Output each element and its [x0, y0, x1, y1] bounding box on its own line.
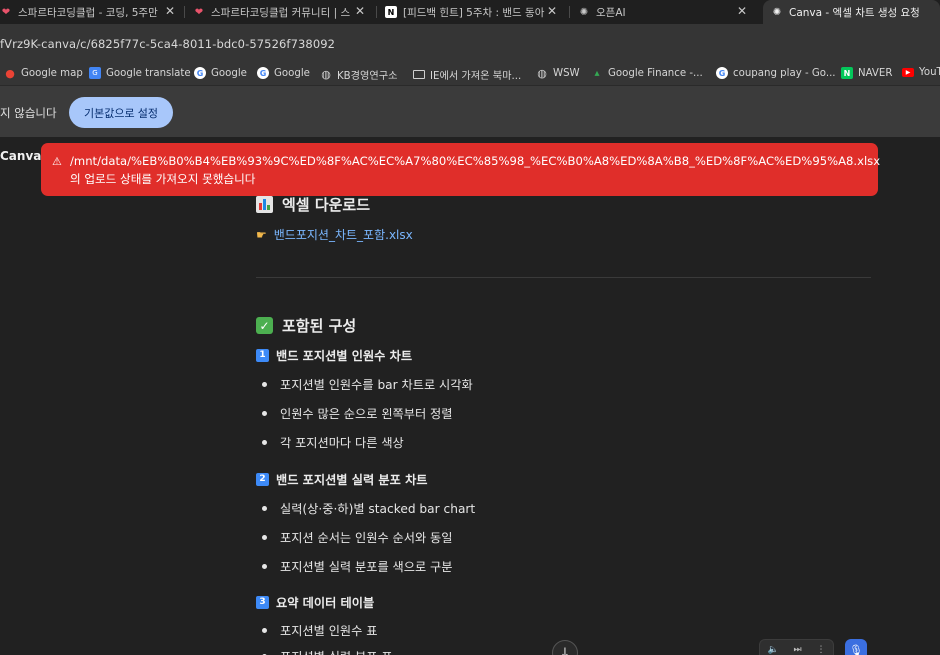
list-item: 각 포지션마다 다른 색상: [262, 433, 404, 451]
bullet-dot: [262, 627, 267, 633]
section-1-heading: 1 밴드 포지션별 인원수 차트: [256, 346, 412, 364]
bookmarks-bar: ● Google map G Google translate G Google…: [0, 62, 940, 86]
tab-canva-active[interactable]: ✺ Canva - 엑셀 차트 생성 요청: [763, 0, 940, 24]
list-item: 포지션별 실력 분포 표: [262, 647, 393, 655]
number-1-icon: 1: [256, 348, 269, 362]
google-icon: G: [716, 67, 728, 79]
toast-file-path: /mnt/data/%EB%B0%B4%EB%93%9C%ED%8F%AC%EC…: [70, 154, 881, 168]
address-bar[interactable]: fVrz9K-canva/c/6825f77c-5ca4-8011-bdc0-5…: [0, 24, 940, 62]
tab-sparta-coding[interactable]: ❤ 스파르타코딩클럽 - 코딩, 5주만 ✕: [0, 0, 183, 24]
youtube-icon: ▶: [902, 68, 914, 77]
folder-icon: [413, 70, 425, 79]
microphone-icon: 🎙: [849, 643, 863, 655]
list-item: 포지션별 인원수를 bar 차트로 시각화: [262, 375, 473, 393]
speaker-icon[interactable]: 🔈: [767, 645, 778, 655]
list-item: 포지션별 인원수 표: [262, 621, 377, 639]
section-divider: [256, 277, 871, 278]
notion-icon: N: [385, 6, 397, 18]
excel-download-link[interactable]: 밴드포지션_차트_포함.xlsx: [274, 226, 413, 243]
tab-bar: ❤ 스파르타코딩클럽 - 코딩, 5주만 ✕ ❤ 스파르타코딩클럽 커뮤니티 |…: [0, 0, 940, 24]
globe-icon: ◍: [321, 68, 331, 81]
tab-openai[interactable]: ✺ 오픈AI ✕: [578, 0, 755, 24]
bookmark-google-2[interactable]: G Google: [257, 67, 310, 79]
translate-icon: G: [89, 67, 101, 79]
naver-icon: N: [841, 67, 853, 79]
bookmark-kb[interactable]: ◍ KB경영연구소: [320, 67, 397, 82]
section-2-heading: 2 밴드 포지션별 실력 분포 차트: [256, 470, 428, 488]
bullet-dot: [262, 381, 267, 387]
microphone-button[interactable]: 🎙: [845, 639, 867, 655]
openai-icon: ✺: [579, 6, 589, 18]
bullet-dot: [262, 563, 267, 569]
finance-icon: ▴: [594, 67, 600, 79]
bar-chart-icon: [256, 196, 273, 213]
globe-icon: ◍: [537, 66, 547, 80]
bookmark-naver[interactable]: N NAVER: [841, 67, 892, 79]
close-icon[interactable]: ✕: [353, 4, 367, 18]
tab-sparta-community[interactable]: ❤ 스파르타코딩클럽 커뮤니티 | 스 ✕: [193, 0, 373, 24]
list-item: 인원수 많은 순으로 왼쪽부터 정렬: [262, 404, 452, 422]
close-icon[interactable]: ✕: [545, 4, 559, 18]
skip-icon[interactable]: ⏭: [794, 645, 802, 655]
arrow-down-icon: ↓: [559, 645, 571, 655]
bookmark-wsw[interactable]: ◍ WSW: [536, 66, 579, 80]
bookmark-google-1[interactable]: G Google: [194, 67, 247, 79]
section-3-heading: 3 요약 데이터 테이블: [256, 593, 374, 611]
tab-separator: [376, 6, 377, 18]
bookmark-coupang-play[interactable]: G coupang play - Go...: [716, 67, 836, 79]
list-item: 포지션 순서는 인원수 순서와 동일: [262, 528, 452, 546]
close-icon[interactable]: ✕: [735, 4, 749, 18]
upload-error-toast: ⚠ /mnt/data/%EB%B0%B4%EB%93%9C%ED%8F%AC%…: [41, 143, 881, 196]
chat-page: [0, 137, 940, 655]
bullet-dot: [262, 410, 267, 416]
bookmark-ie-folder[interactable]: IE에서 가져온 북마...: [413, 67, 521, 82]
openai-icon: ✺: [772, 6, 782, 18]
google-icon: G: [257, 67, 269, 79]
address-url[interactable]: fVrz9K-canva/c/6825f77c-5ca4-8011-bdc0-5…: [0, 37, 335, 51]
canva-label: Canva: [0, 149, 42, 163]
tab-separator: [569, 6, 570, 18]
components-heading: ✓ 포함된 구성: [256, 315, 356, 336]
list-item: 실력(상·중·하)별 stacked bar chart: [262, 499, 475, 517]
heart-icon: ❤: [194, 6, 204, 18]
bookmark-google-map[interactable]: ● Google map: [4, 66, 83, 80]
tab-feedback-hint[interactable]: N [피드백 힌트] 5주차 : 밴드 동아 ✕: [385, 0, 565, 24]
infobar-text: 지 않습니다: [0, 106, 57, 120]
pointing-hand-icon: ☛: [256, 227, 267, 242]
bookmark-google-finance[interactable]: ▴ Google Finance -...: [591, 67, 702, 79]
audio-controls: 🔈 ⏭ ⋮: [759, 639, 834, 655]
set-default-button[interactable]: 기본값으로 설정: [69, 97, 173, 128]
bookmark-youtube[interactable]: ▶ YouTu: [902, 67, 940, 78]
bookmark-google-translate[interactable]: G Google translate: [89, 67, 191, 79]
google-icon: G: [194, 67, 206, 79]
more-icon[interactable]: ⋮: [817, 645, 826, 655]
map-pin-icon: ●: [5, 66, 15, 80]
check-mark-icon: ✓: [256, 317, 273, 334]
toast-message: 의 업로드 상태를 가져오지 못했습니다: [70, 172, 256, 186]
bullet-dot: [262, 505, 267, 511]
bullet-dot: [262, 534, 267, 540]
bullet-dot: [262, 439, 267, 445]
number-2-icon: 2: [256, 472, 269, 486]
excel-download-heading: 엑셀 다운로드: [256, 194, 370, 215]
download-line: ☛ 밴드포지션_차트_포함.xlsx: [256, 226, 413, 243]
list-item: 포지션별 실력 분포를 색으로 구분: [262, 557, 452, 575]
warning-icon: ⚠: [52, 155, 62, 168]
heart-icon: ❤: [1, 6, 11, 18]
number-3-icon: 3: [256, 595, 269, 609]
tab-separator: [184, 6, 185, 18]
close-icon[interactable]: ✕: [163, 4, 177, 18]
